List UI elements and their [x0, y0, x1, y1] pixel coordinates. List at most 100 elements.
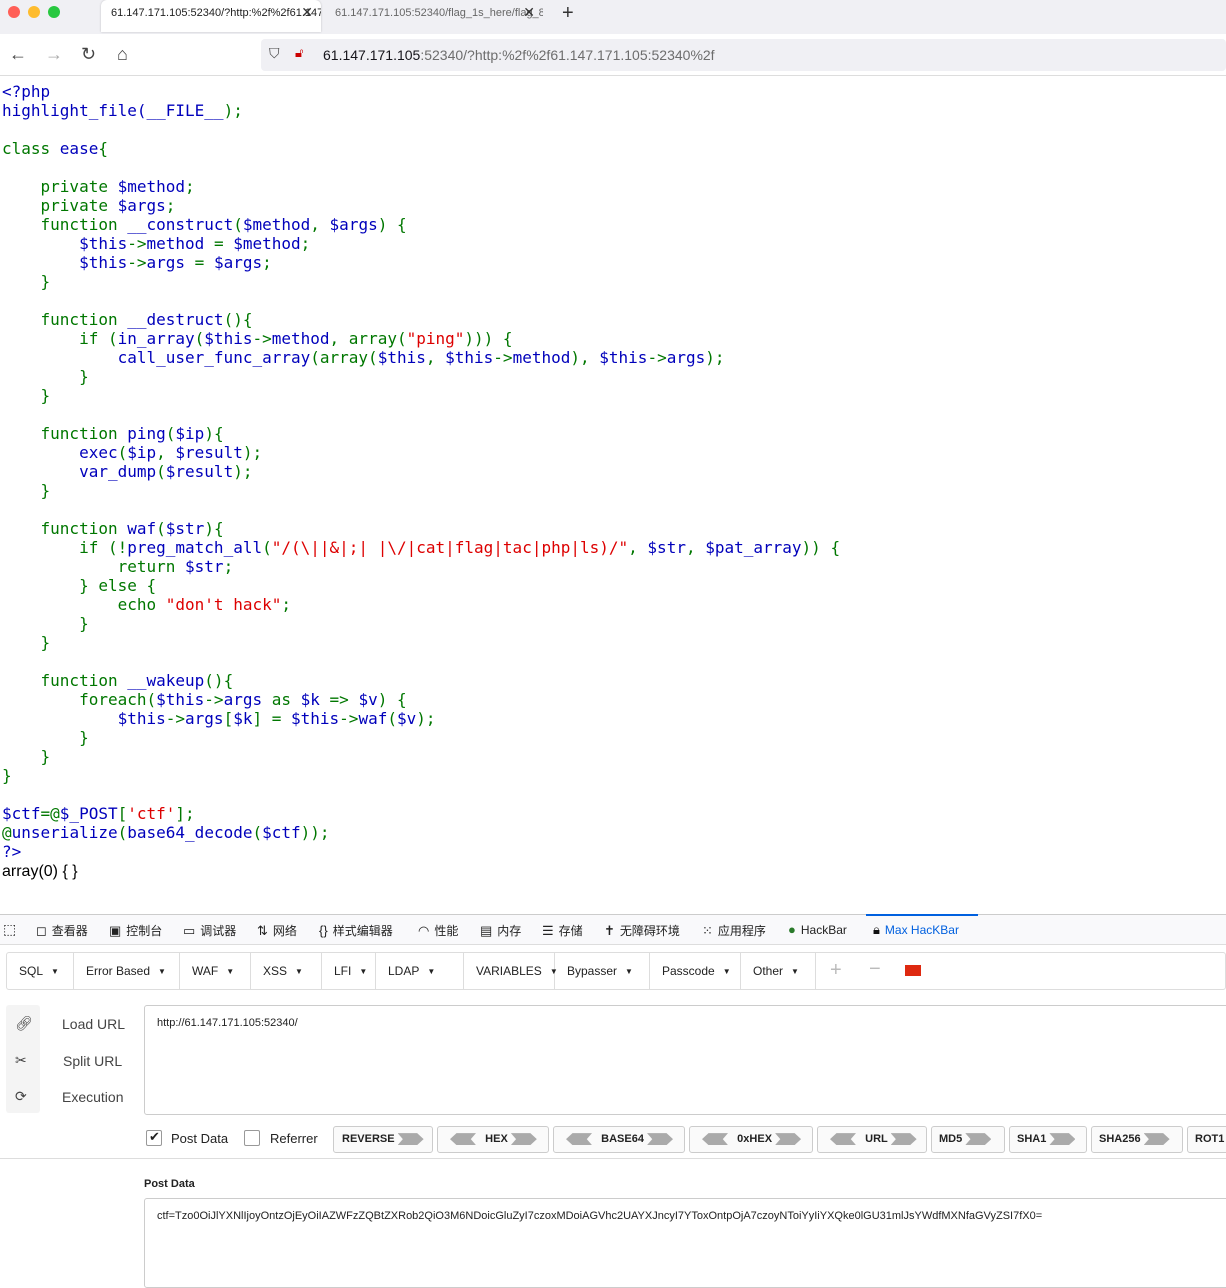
devtools-tab-accessibility[interactable]: ✝ 无障碍环境 — [604, 922, 680, 939]
close-tab-icon[interactable]: ✕ — [301, 4, 313, 21]
hackbar-menu-other[interactable]: Other ▼ — [741, 953, 816, 989]
devtools-tab-application[interactable]: ⁙ 应用程序 — [702, 922, 766, 939]
sha1-button[interactable]: SHA1 — [1009, 1126, 1087, 1153]
menu-label: XSS — [263, 964, 288, 978]
devtools-tab-network[interactable]: ⇅ 网络 — [257, 922, 297, 939]
code-line: ​ — [2, 405, 840, 424]
hackbar-menu-bypasser[interactable]: Bypasser ▼ — [555, 953, 650, 989]
menu-label: WAF — [192, 964, 219, 978]
code-line: function ping($ip){ — [2, 424, 224, 443]
hackbar-menu-xss[interactable]: XSS ▼ — [251, 953, 322, 989]
encoder-label: HEX — [485, 1133, 508, 1145]
new-tab-icon[interactable]: + — [562, 2, 574, 25]
back-icon[interactable]: ← — [9, 44, 27, 64]
split-url-button[interactable]: Split URL — [63, 1053, 122, 1069]
debugger-icon: ▭ — [183, 923, 196, 938]
close-window-icon[interactable] — [8, 6, 20, 18]
china-flag-icon[interactable] — [905, 965, 921, 976]
tab-label: 网络 — [272, 924, 297, 938]
link-icon[interactable]: 🔗︎ — [15, 1015, 33, 1032]
hackbar-menu-passcode[interactable]: Passcode ▼ — [650, 953, 741, 989]
reload-icon[interactable]: ↻ — [81, 44, 96, 64]
hackbar-menu-variables[interactable]: VARIABLES ▼ — [464, 953, 558, 989]
forward-icon[interactable]: → — [45, 44, 63, 64]
code-line: ​ — [2, 500, 840, 519]
tab-label: Max HacKBar — [884, 923, 959, 937]
minus-icon[interactable]: − — [869, 958, 881, 981]
code-line: } — [2, 481, 51, 500]
devtools-tab-debugger[interactable]: ▭ 调试器 — [183, 922, 236, 939]
code-line: } — [2, 367, 89, 386]
caret-down-icon: ▼ — [427, 967, 436, 976]
refresh-icon[interactable]: ⟳ — [15, 1088, 27, 1105]
devtools-tab-max-hackbar[interactable]: 🔒︎ Max HacKBar — [873, 922, 959, 938]
home-icon[interactable]: ⌂ — [117, 44, 128, 64]
code-line: } — [2, 747, 51, 766]
minimize-window-icon[interactable] — [28, 6, 40, 18]
code-line: private $method; — [2, 177, 195, 196]
devtools-tab-storage[interactable]: ☰ 存储 — [542, 922, 583, 939]
memory-icon: ▤ — [480, 923, 493, 938]
sha256-button[interactable]: SHA256 — [1091, 1126, 1183, 1153]
post-data-textarea[interactable]: ctf=Tzo0OiJlYXNlIjoyOntzOjEyOiIAZWFzZQBt… — [144, 1198, 1226, 1288]
code-line: function __construct($method, $args) { — [2, 215, 407, 234]
hex-button[interactable]: HEX — [437, 1126, 549, 1153]
load-url-button[interactable]: Load URL — [62, 1016, 125, 1032]
code-line: } — [2, 728, 89, 747]
rot13-button[interactable]: ROT1 — [1187, 1126, 1226, 1153]
page-output: array(0) { } — [2, 863, 78, 880]
devtools-tab-style-editor[interactable]: {} 样式编辑器 — [319, 922, 393, 939]
0xhex-button[interactable]: 0xHEX — [689, 1126, 813, 1153]
url-textarea[interactable]: http://61.147.171.105:52340/ — [144, 1005, 1226, 1115]
caret-down-icon: ▼ — [791, 967, 799, 976]
storage-icon: ☰ — [542, 923, 554, 938]
menu-label: Passcode — [662, 964, 715, 978]
code-line: ?> — [2, 842, 22, 861]
devtools-tab-console[interactable]: ▣ 控制台 — [109, 922, 162, 939]
code-line: var_dump($result); — [2, 462, 253, 481]
menu-label: Error Based — [86, 964, 151, 978]
hackbar-menu-waf[interactable]: WAF ▼ — [180, 953, 251, 989]
browser-tab-active[interactable]: 61.147.171.105:52340/?http:%2f%2f61.147.… — [101, 0, 321, 32]
code-line: } else { — [2, 576, 157, 595]
arrow-left-icon — [450, 1133, 476, 1146]
md5-button[interactable]: MD5 — [931, 1126, 1005, 1153]
post-data-checkbox[interactable] — [146, 1129, 162, 1146]
maximize-window-icon[interactable] — [48, 6, 60, 18]
hackbar-menu-lfi[interactable]: LFI ▼ — [322, 953, 376, 989]
devtools-toolbar: ⬚ ◻ 查看器 ▣ 控制台 ▭ 调试器 ⇅ 网络 {} 样式编辑器 ◠ 性能 ▤ 内存 ☰ 存储… — [0, 914, 1226, 945]
devtools-tab-memory[interactable]: ▤ 内存 — [480, 922, 521, 939]
shield-icon[interactable]: ⛉ — [269, 45, 280, 62]
browser-tab[interactable]: 61.147.171.105:52340/flag_1s_here/flag_8… — [325, 0, 543, 32]
close-tab-icon[interactable]: ✕ — [523, 4, 535, 21]
execution-button[interactable]: Execution — [62, 1089, 123, 1105]
devtools-tab-hackbar[interactable]: ● HackBar — [788, 922, 847, 937]
menu-label: LFI — [334, 964, 352, 978]
scissors-icon[interactable]: ✂ — [15, 1052, 27, 1069]
referrer-checkbox[interactable] — [244, 1130, 260, 1146]
menu-label: VARIABLES — [476, 964, 542, 978]
element-picker-icon[interactable]: ⬚ — [3, 921, 16, 938]
application-icon: ⁙ — [702, 923, 713, 938]
tab-bar: 61.147.171.105:52340/?http:%2f%2f61.147.… — [0, 0, 1226, 34]
inspector-icon: ◻ — [36, 923, 47, 938]
hackbar-menu-sql[interactable]: SQL ▼ — [7, 953, 74, 989]
hackbar-actions: 🔗︎ ✂ ⟳ — [6, 1005, 40, 1113]
tab-label: 查看器 — [51, 924, 88, 938]
devtools-tab-performance[interactable]: ◠ 性能 — [418, 922, 458, 939]
code-line: } — [2, 386, 51, 405]
url-text[interactable]: 61.147.171.105:52340/?http:%2f%2f61.147.… — [323, 47, 715, 63]
base64-button[interactable]: BASE64 — [553, 1126, 685, 1153]
url-encode-button[interactable]: URL — [817, 1126, 927, 1153]
reverse-button[interactable]: REVERSE — [333, 1126, 433, 1153]
plus-icon[interactable]: + — [830, 959, 842, 982]
code-line: call_user_func_array(array($this, $this-… — [2, 348, 725, 367]
divider — [0, 1158, 1226, 1159]
encoder-label: SHA256 — [1099, 1133, 1141, 1145]
address-bar[interactable]: ⛉ 🔓︎ 61.147.171.105:52340/?http:%2f%2f61… — [261, 39, 1226, 71]
hackbar-menu-ldap[interactable]: LDAP ▼ — [376, 953, 464, 989]
devtools-tab-inspector[interactable]: ◻ 查看器 — [36, 922, 88, 939]
performance-icon: ◠ — [418, 923, 430, 938]
insecure-lock-icon[interactable]: 🔓︎ — [295, 45, 303, 61]
hackbar-menu-error-based[interactable]: Error Based ▼ — [74, 953, 180, 989]
